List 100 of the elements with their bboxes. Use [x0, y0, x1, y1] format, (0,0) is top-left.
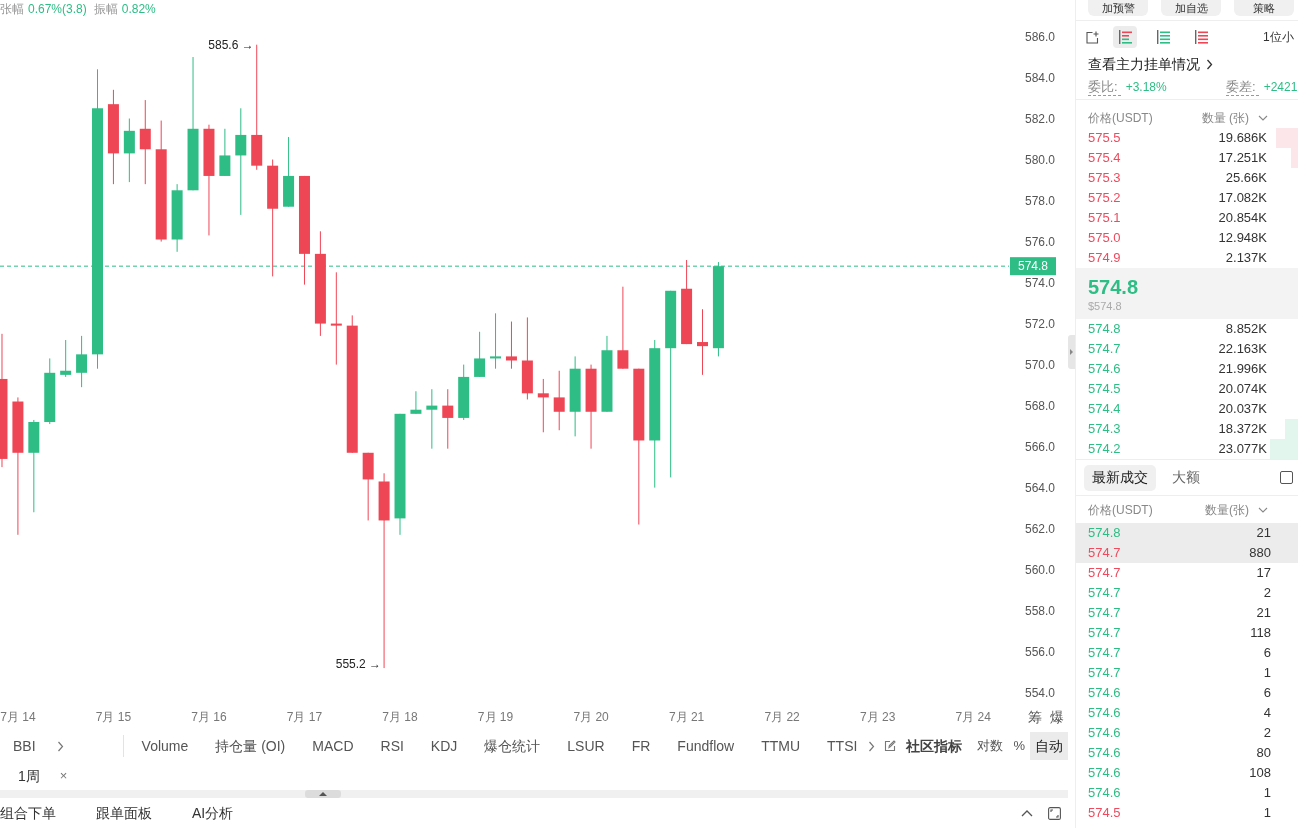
- trade-price: 574.5: [1088, 804, 1121, 823]
- triangle-right-icon: [1070, 349, 1073, 355]
- candlestick: [426, 388, 438, 450]
- indicator-tab[interactable]: RSI: [380, 735, 404, 757]
- x-axis-label: 7月 21: [668, 710, 705, 724]
- candlestick: [44, 357, 56, 425]
- trade-price: 574.6: [1088, 764, 1121, 783]
- candlestick: [553, 370, 565, 431]
- bid-amount: 23.077K: [1218, 440, 1267, 459]
- last-price-usd: $574.8: [1088, 298, 1123, 313]
- indicator-tab[interactable]: TTMU: [761, 735, 801, 757]
- candlestick: [697, 308, 708, 376]
- indicator-tab[interactable]: Volume: [141, 735, 189, 757]
- chevron-up-icon[interactable]: [1021, 809, 1033, 817]
- edit-icon[interactable]: [884, 740, 897, 752]
- candlestick: [537, 378, 549, 433]
- trade-price: 574.7: [1088, 544, 1121, 563]
- scale-option[interactable]: 自动: [1030, 732, 1068, 760]
- chevron-down-icon[interactable]: [1258, 506, 1268, 513]
- trade-amount: 1: [1263, 804, 1271, 823]
- trade-price: 574.7: [1088, 564, 1121, 583]
- trade-amount: 2: [1263, 584, 1271, 603]
- panel-handle[interactable]: [1068, 335, 1075, 369]
- y-axis-label: 586.0: [1025, 29, 1055, 44]
- trades-tab[interactable]: 最新成交: [1084, 464, 1156, 491]
- candlestick: [362, 452, 374, 521]
- trade-price: 574.7: [1088, 604, 1121, 623]
- indicator-tab[interactable]: Fundflow: [677, 735, 735, 757]
- trade-price: 574.7: [1088, 624, 1121, 643]
- x-axis-label: 7月 19: [477, 710, 514, 724]
- chevron-down-icon[interactable]: [1258, 115, 1268, 121]
- indicator-tab[interactable]: KDJ: [430, 735, 458, 757]
- scale-option[interactable]: %: [1008, 732, 1030, 760]
- bid-amount: 22.163K: [1218, 340, 1267, 359]
- indicator-tab[interactable]: MACD: [312, 735, 354, 757]
- expand-icon[interactable]: [1048, 806, 1061, 820]
- indicator-tab[interactable]: 爆仓统计: [484, 735, 541, 757]
- candlestick: [490, 312, 502, 370]
- x-axis-label: 7月 17: [286, 710, 323, 724]
- x-axis-label: 7月 23: [859, 710, 896, 724]
- action-button[interactable]: 加自选: [1161, 0, 1221, 16]
- trade-amount: 6: [1263, 644, 1271, 663]
- trade-price: 574.6: [1088, 744, 1121, 763]
- y-axis-label: 568.0: [1025, 398, 1055, 413]
- y-axis-label: 572.0: [1025, 316, 1055, 331]
- panel-tab[interactable]: 跟单面板: [96, 802, 152, 824]
- indicator-tab[interactable]: FR: [631, 735, 651, 757]
- chart-tool-button[interactable]: 爆: [1047, 707, 1066, 727]
- ask-price: 575.0: [1088, 229, 1121, 248]
- main-orders-link[interactable]: 查看主力挂单情况: [1088, 53, 1200, 75]
- trade-price: 574.6: [1088, 704, 1121, 723]
- x-axis-label: 7月 18: [382, 710, 418, 724]
- ask-amount: 20.854K: [1218, 209, 1267, 228]
- trades-tab[interactable]: 大额: [1164, 464, 1208, 491]
- trade-price: 574.7: [1088, 664, 1121, 683]
- stat-value: +2421: [1263, 79, 1298, 96]
- ask-price: 575.4: [1088, 149, 1121, 168]
- ask-amount: 19.686K: [1218, 129, 1267, 148]
- last-price: 574.8: [1088, 274, 1140, 299]
- y-axis-label: 584.0: [1025, 70, 1055, 85]
- trade-amount: 2: [1263, 724, 1271, 743]
- trade-price: 574.7: [1088, 644, 1121, 663]
- x-axis-label: 7月 20: [573, 710, 609, 724]
- precision-selector[interactable]: 1位小: [1263, 28, 1294, 46]
- action-button[interactable]: 策略: [1234, 0, 1294, 16]
- action-button[interactable]: 加预警: [1088, 0, 1148, 16]
- bid-price: 574.2: [1088, 440, 1121, 459]
- collapse-handle[interactable]: [305, 790, 341, 798]
- x-axis-label: 7月 15: [95, 710, 132, 724]
- community-indicators-button[interactable]: 社区指标: [906, 735, 963, 757]
- chevron-right-icon[interactable]: [1206, 58, 1213, 70]
- indicator-tab[interactable]: BBI: [13, 735, 36, 757]
- panel-tab[interactable]: 组合下单: [0, 802, 56, 824]
- filter-checkbox[interactable]: [1280, 471, 1293, 484]
- y-axis-label: 556.0: [1025, 644, 1055, 659]
- candlestick: [171, 183, 183, 253]
- close-button[interactable]: ×: [59, 766, 68, 786]
- column-header[interactable]: 数量 (张): [1201, 109, 1249, 127]
- indicator-tab[interactable]: LSUR: [567, 735, 605, 757]
- trade-amount: 4: [1263, 704, 1271, 723]
- scale-option[interactable]: 对数: [972, 732, 1009, 760]
- indicator-tab[interactable]: 持仓量 (OI): [215, 735, 286, 757]
- bid-amount: 20.037K: [1218, 400, 1267, 419]
- candlestick: [283, 136, 295, 208]
- chart-tool-button[interactable]: 筹: [1025, 707, 1044, 727]
- book-bids-icon: [1156, 30, 1170, 44]
- book-asks-icon: [1194, 30, 1208, 44]
- indicator-tab[interactable]: TTSI: [827, 735, 858, 757]
- panel-tab[interactable]: AI分析: [192, 802, 234, 824]
- ask-price: 574.9: [1088, 249, 1121, 268]
- stat-value: 0.82%: [121, 3, 156, 15]
- y-axis-label: 580.0: [1025, 152, 1055, 167]
- view-mode-button[interactable]: [1113, 26, 1137, 48]
- extreme-price-label: 585.6 →: [208, 37, 254, 52]
- y-axis-label: 576.0: [1025, 234, 1055, 249]
- column-header[interactable]: 数量(张): [1205, 500, 1249, 519]
- square-plus-icon[interactable]: [1086, 30, 1099, 44]
- candlestick: [60, 339, 72, 378]
- trade-amount: 6: [1263, 684, 1271, 703]
- y-axis-label: 558.0: [1025, 603, 1055, 618]
